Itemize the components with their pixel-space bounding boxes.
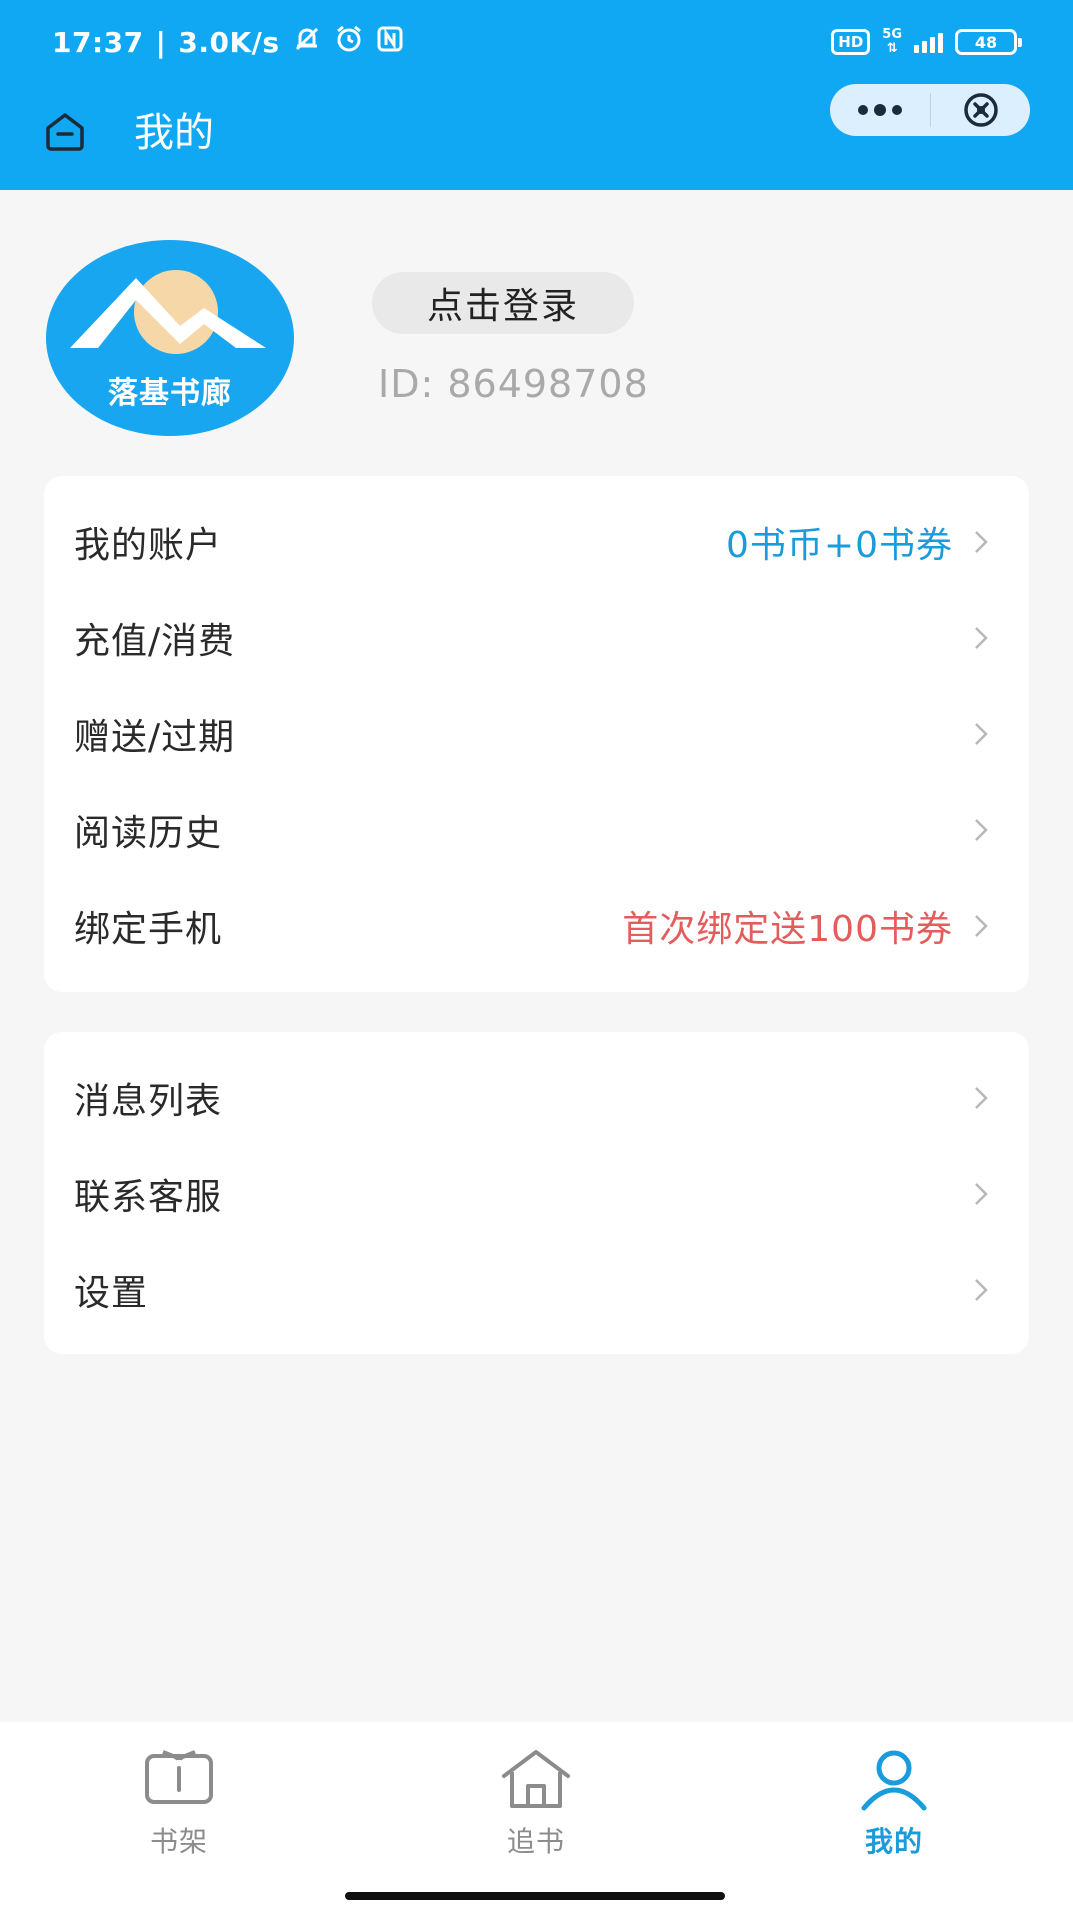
page-title: 我的 [134,110,214,156]
menu-item-history[interactable]: 阅读历史 [44,782,1029,878]
hd-badge: HD [831,29,871,55]
chevron-right-icon [975,723,988,745]
data-arrows-icon: ⇅ [886,41,898,56]
menu-item-label: 绑定手机 [74,909,223,950]
alarm-clock-icon [334,24,364,61]
more-button[interactable] [830,84,930,136]
more-dots-icon [858,104,902,116]
menu-item-gift-expire[interactable]: 赠送/过期 [44,686,1029,782]
tab-follow-books[interactable]: 追书 [436,1722,636,1862]
menu-item-label: 消息列表 [74,1081,223,1122]
status-bar-right: HD 5G ⇅ 48 [831,22,1022,62]
account-menu-card: 我的账户 0书币+0书券 充值/消费 赠送/过期 阅读历史 绑定手机 首次绑定送… [44,476,1029,992]
login-button[interactable]: 点击登录 [372,272,634,334]
chevron-right-icon [975,1279,988,1301]
battery-level: 48 [974,32,998,52]
bind-phone-promo: 首次绑定送100书券 [622,909,953,950]
chevron-right-icon [975,1183,988,1205]
status-net-speed: 3.0K/s [178,25,280,59]
logo-text: 落基书廊 [108,376,232,411]
status-divider: | [155,25,167,59]
bottom-tab-bar: 书架 追书 我的 [0,1722,1073,1913]
battery-icon: 48 [955,29,1022,55]
mini-program-capsule [830,84,1030,136]
menu-item-label: 阅读历史 [74,813,223,854]
tab-mine[interactable]: 我的 [794,1722,994,1862]
app-logo: 落基书廊 [46,240,294,436]
menu-item-messages[interactable]: 消息列表 [44,1050,1029,1146]
account-balance: 0书币+0书券 [726,525,953,566]
menu-item-bind-phone[interactable]: 绑定手机 首次绑定送100书券 [44,878,1029,974]
bookshelf-icon [145,1750,213,1804]
menu-item-label: 充值/消费 [74,621,236,662]
menu-item-account[interactable]: 我的账户 0书币+0书券 [44,494,1029,590]
menu-item-customer-service[interactable]: 联系客服 [44,1146,1029,1242]
close-circle-icon [963,93,998,127]
top-bar: 17:37 | 3.0K/s HD 5G ⇅ 48 我的 [0,0,1073,190]
close-button[interactable] [931,84,1030,136]
tab-bookshelf[interactable]: 书架 [79,1722,279,1862]
tab-label: 追书 [506,1825,565,1858]
user-id: ID: 86498708 [378,362,649,406]
mute-bell-icon [292,24,322,61]
menu-item-label: 设置 [74,1273,149,1314]
network-label: 5G [882,27,902,42]
chevron-right-icon [975,1087,988,1109]
nfc-icon [376,25,404,60]
home-indicator[interactable] [345,1892,725,1900]
chevron-right-icon [975,627,988,649]
chevron-right-icon [975,531,988,553]
chevron-right-icon [975,819,988,841]
network-type: 5G ⇅ [882,28,902,56]
signal-icon [914,31,943,53]
house-icon [502,1750,570,1808]
tab-label: 书架 [149,1825,208,1858]
status-time: 17:37 [52,25,144,59]
status-bar-left: 17:37 | 3.0K/s [52,20,404,64]
profile-page: 17:37 | 3.0K/s HD 5G ⇅ 48 我的 落基书廊 点击登录 I… [0,0,1073,1913]
home-icon[interactable] [44,110,86,152]
menu-item-recharge[interactable]: 充值/消费 [44,590,1029,686]
chevron-right-icon [975,915,988,937]
menu-item-label: 赠送/过期 [74,717,236,758]
menu-item-settings[interactable]: 设置 [44,1242,1029,1338]
menu-item-label: 我的账户 [74,525,223,566]
menu-item-label: 联系客服 [74,1177,223,1218]
support-menu-card: 消息列表 联系客服 设置 [44,1032,1029,1354]
tab-label: 我的 [864,1825,923,1858]
person-icon [861,1750,927,1811]
